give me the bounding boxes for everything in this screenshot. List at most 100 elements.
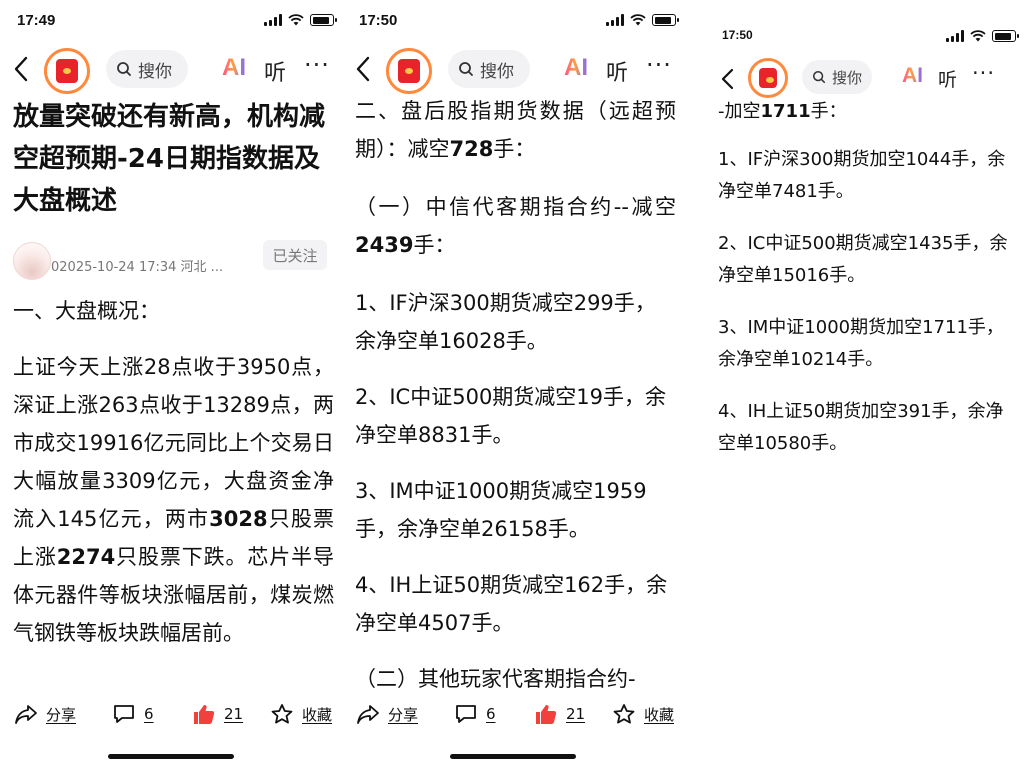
list-item: 1、IF沪深300期货减空299手，余净空单16028手。	[355, 291, 656, 353]
follow-button[interactable]: 已关注	[263, 240, 327, 270]
comment-icon	[456, 705, 476, 723]
search-box[interactable]: 搜你	[106, 50, 188, 88]
channel-logo[interactable]	[386, 48, 432, 94]
panel-gap	[684, 0, 706, 768]
subsection-heading: （二）其他玩家代客期指合约-	[355, 667, 636, 691]
subsection-heading: （一）中信代客期指合约--减空 2439手：	[355, 188, 676, 264]
search-icon	[812, 70, 826, 84]
share-label: 分享	[388, 705, 419, 724]
list-item: 4、IH上证50期货加空391手，余净空单10580手。	[718, 401, 1004, 454]
favorite-button[interactable]: 收藏	[270, 703, 332, 725]
search-icon	[459, 62, 473, 76]
paragraph-text: 上证今天上涨28点收于3950点，深证上涨263点收于13289点，两市成交19…	[13, 355, 334, 531]
favorite-button[interactable]: 收藏	[612, 703, 674, 725]
bold-number: 2439	[355, 233, 414, 257]
channel-logo[interactable]	[748, 58, 788, 98]
favorite-label: 收藏	[644, 705, 675, 724]
list-item: 3、IM中证1000期货加空1711手，余净空单10214手。	[718, 317, 1004, 370]
back-icon[interactable]	[352, 54, 376, 84]
heading-text: -加空	[718, 101, 761, 122]
author-meta: 02025-10-24 17:34 河北 ...	[51, 260, 224, 275]
bold-number: 2274	[56, 545, 116, 569]
star-icon	[613, 704, 635, 724]
status-time: 17:49	[17, 12, 56, 29]
wifi-icon	[970, 30, 986, 42]
screenshot-panel-2: 17:50 搜你 AI 听 ··· 二、盘后股指期货数据（远超预期）：减空728…	[342, 0, 684, 768]
battery-icon	[310, 14, 337, 26]
share-icon	[15, 705, 37, 724]
listen-button[interactable]: 听	[606, 55, 628, 87]
red-envelope-icon	[398, 59, 420, 83]
article-paragraph: 上证今天上涨28点收于3950点，深证上涨263点收于13289点，两市成交19…	[13, 348, 334, 652]
article-body: 二、盘后股指期货数据（远超预期）：减空728手： （一）中信代客期指合约--减空…	[355, 92, 676, 698]
screenshot-panel-1: 17:49 搜你 AI 听 ··· 放量突破还有新高，机构减空超预期-24日期指…	[0, 0, 342, 768]
star-icon	[271, 704, 293, 724]
comment-count: 6	[144, 705, 154, 723]
listen-button[interactable]: 听	[264, 55, 286, 87]
ai-button[interactable]: AI	[564, 54, 588, 82]
battery-icon	[992, 30, 1019, 42]
channel-logo[interactable]	[44, 48, 90, 94]
ai-button[interactable]: AI	[222, 54, 246, 82]
share-icon	[357, 705, 379, 724]
screenshot-panel-3: 17:50 搜你 AI 听 ··· -加空1711手： 1、IF沪深300期货加…	[706, 0, 1024, 768]
back-icon[interactable]	[716, 64, 740, 94]
section-heading: 一、大盘概况：	[13, 299, 160, 323]
article-title: 放量突破还有新高，机构减空超预期-24日期指数据及大盘概述	[13, 102, 326, 216]
thumbs-up-icon	[536, 705, 557, 724]
favorite-label: 收藏	[302, 705, 333, 724]
search-icon	[117, 62, 131, 76]
signal-icon	[946, 30, 964, 42]
search-box[interactable]: 搜你	[802, 60, 872, 94]
back-icon[interactable]	[10, 54, 34, 84]
bold-number: 728	[449, 137, 494, 161]
home-indicator[interactable]	[108, 754, 234, 759]
share-button[interactable]: 分享	[14, 703, 76, 725]
home-indicator[interactable]	[450, 754, 576, 759]
like-button[interactable]: 21	[534, 703, 585, 725]
comment-icon	[114, 705, 134, 723]
avatar[interactable]	[13, 242, 51, 280]
article-body: -加空1711手： 1、IF沪深300期货加空1044手，余净空单7481手。 …	[718, 96, 1014, 480]
battery-icon	[652, 14, 679, 26]
wifi-icon	[288, 14, 304, 26]
article-header: 放量突破还有新高，机构减空超预期-24日期指数据及大盘概述	[13, 96, 334, 222]
search-box[interactable]: 搜你	[448, 50, 530, 88]
list-item: 2、IC中证500期货减空19手，余净空单8831手。	[355, 385, 667, 447]
bold-number: 1711	[760, 101, 811, 122]
status-time: 17:50	[722, 28, 753, 42]
heading-text: 手：	[493, 137, 536, 161]
status-bar: 17:50	[342, 10, 684, 34]
status-bar: 17:49	[0, 10, 342, 34]
list-item: 1、IF沪深300期货加空1044手，余净空单7481手。	[718, 149, 1006, 202]
bold-number: 3028	[209, 507, 268, 531]
thumbs-up-icon	[194, 705, 215, 724]
ai-button[interactable]: AI	[902, 64, 923, 88]
bottom-action-bar: 分享 6 21 收藏	[0, 696, 342, 732]
section-heading: -加空1711手：	[718, 96, 1014, 128]
bottom-action-bar: 分享 6 21 收藏	[342, 696, 684, 732]
like-button[interactable]: 21	[192, 703, 243, 725]
like-count: 21	[566, 705, 586, 723]
status-time: 17:50	[359, 12, 398, 29]
comment-button[interactable]: 6	[454, 703, 496, 725]
more-icon[interactable]: ···	[646, 51, 672, 79]
signal-icon	[264, 14, 282, 26]
comment-count: 6	[486, 705, 496, 723]
more-icon[interactable]: ···	[304, 51, 330, 79]
wifi-icon	[630, 14, 646, 26]
share-label: 分享	[46, 705, 77, 724]
section-heading: 二、盘后股指期货数据（远超预期）：减空728手：	[355, 92, 676, 168]
comment-button[interactable]: 6	[112, 703, 154, 725]
list-item: 2、IC中证500期货减空1435手，余净空单15016手。	[718, 233, 1008, 286]
share-button[interactable]: 分享	[356, 703, 418, 725]
list-item: 4、IH上证50期货减空162手，余净空单4507手。	[355, 573, 668, 635]
red-envelope-icon	[759, 68, 777, 88]
search-placeholder: 搜你	[138, 61, 172, 82]
like-count: 21	[224, 705, 244, 723]
heading-text: 手：	[810, 101, 847, 122]
listen-button[interactable]: 听	[938, 65, 957, 92]
more-icon[interactable]: ···	[972, 61, 995, 85]
article-body: 一、大盘概况： 上证今天上涨28点收于3950点，深证上涨263点收于13289…	[13, 292, 334, 652]
signal-icon	[606, 14, 624, 26]
